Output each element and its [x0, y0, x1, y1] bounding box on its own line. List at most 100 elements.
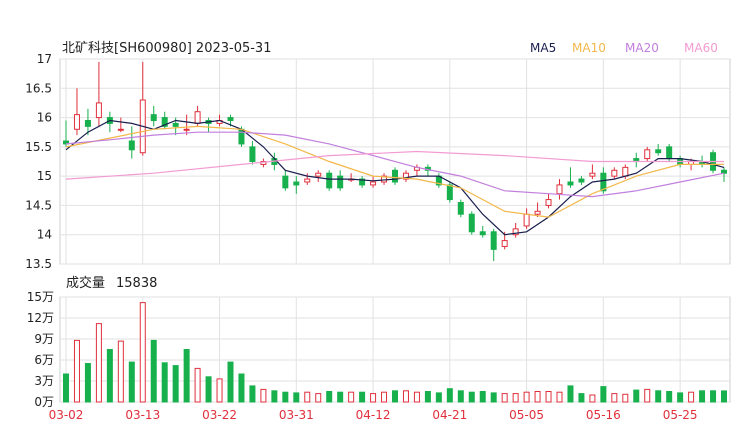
candle-body — [370, 181, 377, 186]
candle-body — [666, 146, 673, 160]
volume-bar — [512, 393, 519, 403]
volume-bar — [435, 392, 442, 403]
candle — [370, 176, 377, 188]
candle — [205, 117, 212, 133]
volume-tick-label: 15万 — [27, 290, 54, 304]
volume-bar — [611, 393, 618, 403]
candle-body — [194, 111, 201, 124]
volume-bar — [315, 393, 322, 403]
candle-body — [73, 114, 80, 130]
candle — [150, 105, 157, 127]
candle — [468, 211, 475, 235]
candle-body — [238, 128, 245, 145]
candle — [523, 208, 530, 229]
candle-body — [589, 172, 596, 177]
volume-bar — [238, 373, 245, 403]
volume-title: 成交量 15838 — [66, 275, 157, 291]
volume-bar — [556, 391, 563, 403]
candle — [359, 176, 366, 188]
candle-body — [446, 184, 453, 201]
volume-bar — [117, 340, 124, 403]
volume-bar — [688, 391, 695, 403]
candle-body — [545, 199, 552, 206]
volume-bar — [359, 391, 366, 403]
candle — [512, 223, 519, 238]
volume-bar — [567, 385, 574, 403]
volume-bar — [205, 376, 212, 403]
volume-bar — [677, 392, 684, 403]
candle — [392, 167, 398, 185]
volume-bar — [699, 390, 706, 403]
candle-body — [392, 169, 398, 183]
x-tick-label: 05-25 — [663, 408, 698, 422]
candle — [633, 152, 640, 168]
price-tick-label: 16.5 — [25, 81, 52, 95]
volume-bar — [644, 388, 651, 403]
volume-bar — [446, 388, 453, 403]
candle — [381, 173, 388, 185]
volume-frame — [59, 296, 731, 403]
candle-body — [315, 172, 322, 177]
x-tick-label: 04-21 — [432, 408, 467, 422]
axes: 17 16.5 16 15.5 15 14.5 14 13.5 03-02 03-13 03-22 0… — [25, 52, 697, 422]
price-tick-label: 15.5 — [25, 140, 52, 154]
x-tick-label: 05-05 — [509, 408, 544, 422]
candle — [293, 176, 300, 194]
candle-body — [556, 184, 563, 195]
volume-bar — [128, 361, 135, 403]
candle-body — [227, 117, 234, 121]
candle-body — [490, 231, 497, 250]
volume-bar — [457, 390, 464, 403]
volume-bar — [622, 393, 629, 403]
volume-bar — [666, 391, 673, 403]
candle-body — [479, 231, 486, 236]
volume-bar — [293, 392, 300, 403]
candle — [545, 193, 552, 209]
candle-body — [655, 149, 662, 154]
candle-body — [578, 178, 585, 183]
candle-body — [249, 146, 256, 163]
price-tick-label: 14 — [37, 228, 52, 242]
candle — [315, 170, 322, 182]
volume-bar — [183, 349, 190, 403]
candle-body — [326, 172, 333, 189]
volume-bar — [402, 390, 409, 403]
volume-bar — [326, 391, 333, 403]
volume-bar — [249, 385, 256, 403]
legend-ma20: MA20 — [625, 41, 659, 55]
volume-bar — [710, 390, 717, 403]
chart-canvas: 17 16.5 16 15.5 15 14.5 14 13.5 03-02 03-13 03-22 0… — [25, 41, 731, 422]
chart-title: 北矿科技[SH600980] 2023-05-31 — [62, 41, 271, 56]
volume-bar — [282, 391, 289, 403]
candle-body — [183, 128, 190, 131]
volume-bar — [534, 391, 541, 403]
volume-bar — [721, 390, 727, 403]
candle-body — [172, 122, 179, 127]
volume-bar — [655, 390, 662, 403]
volume-bar — [381, 391, 388, 403]
volume-tick-label: 9万 — [34, 332, 54, 346]
volume-bar — [479, 391, 486, 403]
legend: MA5 MA10 MA20 MA60 — [530, 41, 718, 55]
candle — [435, 173, 442, 188]
volume-bar — [337, 391, 344, 403]
candle — [249, 141, 256, 165]
candle-body — [150, 114, 157, 122]
candle-body — [644, 149, 651, 160]
volume-tick-label: 6万 — [34, 353, 54, 367]
volume-bar — [633, 389, 640, 403]
volume-label: 成交量 — [66, 275, 105, 291]
candle — [479, 225, 486, 238]
x-tick-label: 03-02 — [49, 408, 84, 422]
candle — [611, 167, 618, 180]
candle — [655, 143, 662, 156]
candle-body — [337, 175, 344, 189]
candle-body — [293, 181, 300, 186]
x-tick-label: 03-22 — [202, 408, 237, 422]
candle-body — [304, 178, 311, 183]
candle — [326, 170, 333, 191]
volume-bar — [95, 323, 102, 403]
candle — [556, 179, 563, 200]
candle — [117, 117, 124, 133]
price-tick-label: 13.5 — [25, 257, 52, 271]
